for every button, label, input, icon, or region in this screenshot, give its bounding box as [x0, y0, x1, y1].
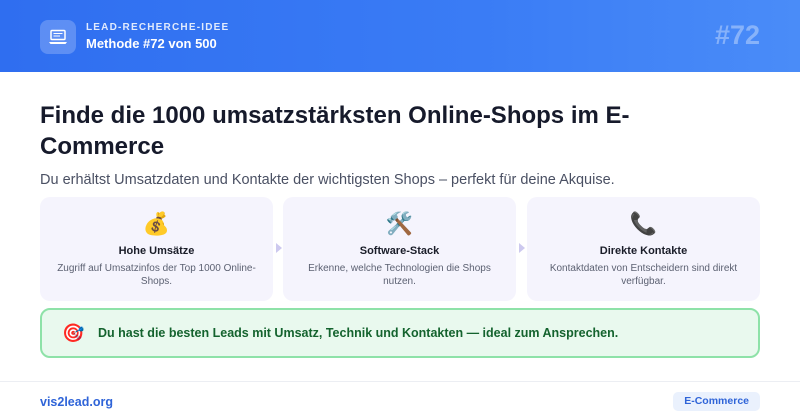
- laptop-icon: [40, 20, 76, 54]
- method-counter: Methode #72 von 500: [86, 36, 217, 51]
- page-subtitle: Du erhältst Umsatzdaten und Kontakte der…: [40, 172, 615, 188]
- target-icon: 🎯: [62, 323, 85, 343]
- tools-icon: 🛠️: [385, 211, 414, 236]
- feature-card-desc: Kontaktdaten von Entscheidern sind direk…: [549, 263, 738, 287]
- callout-text: Du hast die besten Leads mit Umsatz, Tec…: [98, 326, 619, 340]
- page-title: Finde die 1000 umsatzstärksten Online-Sh…: [40, 102, 630, 160]
- feature-card-kontakte: 📞 Direkte Kontakte Kontaktdaten von Ents…: [527, 197, 760, 301]
- feature-card-title: Hohe Umsätze: [118, 245, 195, 257]
- feature-card-software: 🛠️ Software-Stack Erkenne, welche Techno…: [283, 197, 516, 301]
- feature-card-umsatz: 💰 Hohe Umsätze Zugriff auf Umsatzinfos d…: [40, 197, 273, 301]
- feature-cards: 💰 Hohe Umsätze Zugriff auf Umsatzinfos d…: [40, 197, 760, 301]
- feature-card-desc: Erkenne, welche Technologien die Shops n…: [308, 263, 491, 287]
- result-callout: 🎯 Du hast die besten Leads mit Umsatz, T…: [40, 308, 760, 358]
- feature-card-title: Direkte Kontakte: [599, 245, 688, 257]
- footer-divider: [0, 381, 800, 382]
- money-bag-icon: 💰: [142, 211, 171, 236]
- header-kicker: LEAD-RECHERCHE-IDEE: [86, 22, 230, 33]
- phone-icon: 📞: [629, 211, 658, 236]
- feature-card-desc: Zugriff auf Umsatzinfos der Top 1000 Onl…: [57, 263, 256, 287]
- category-tag: E-Commerce: [673, 392, 760, 411]
- brand-link[interactable]: vis2lead.org: [40, 395, 113, 409]
- arrow-right-icon: [519, 243, 525, 253]
- feature-card-title: Software-Stack: [359, 245, 440, 257]
- method-number: #72: [714, 20, 760, 50]
- header-banner: LEAD-RECHERCHE-IDEE Methode #72 von 500 …: [0, 0, 800, 72]
- arrow-right-icon: [276, 243, 282, 253]
